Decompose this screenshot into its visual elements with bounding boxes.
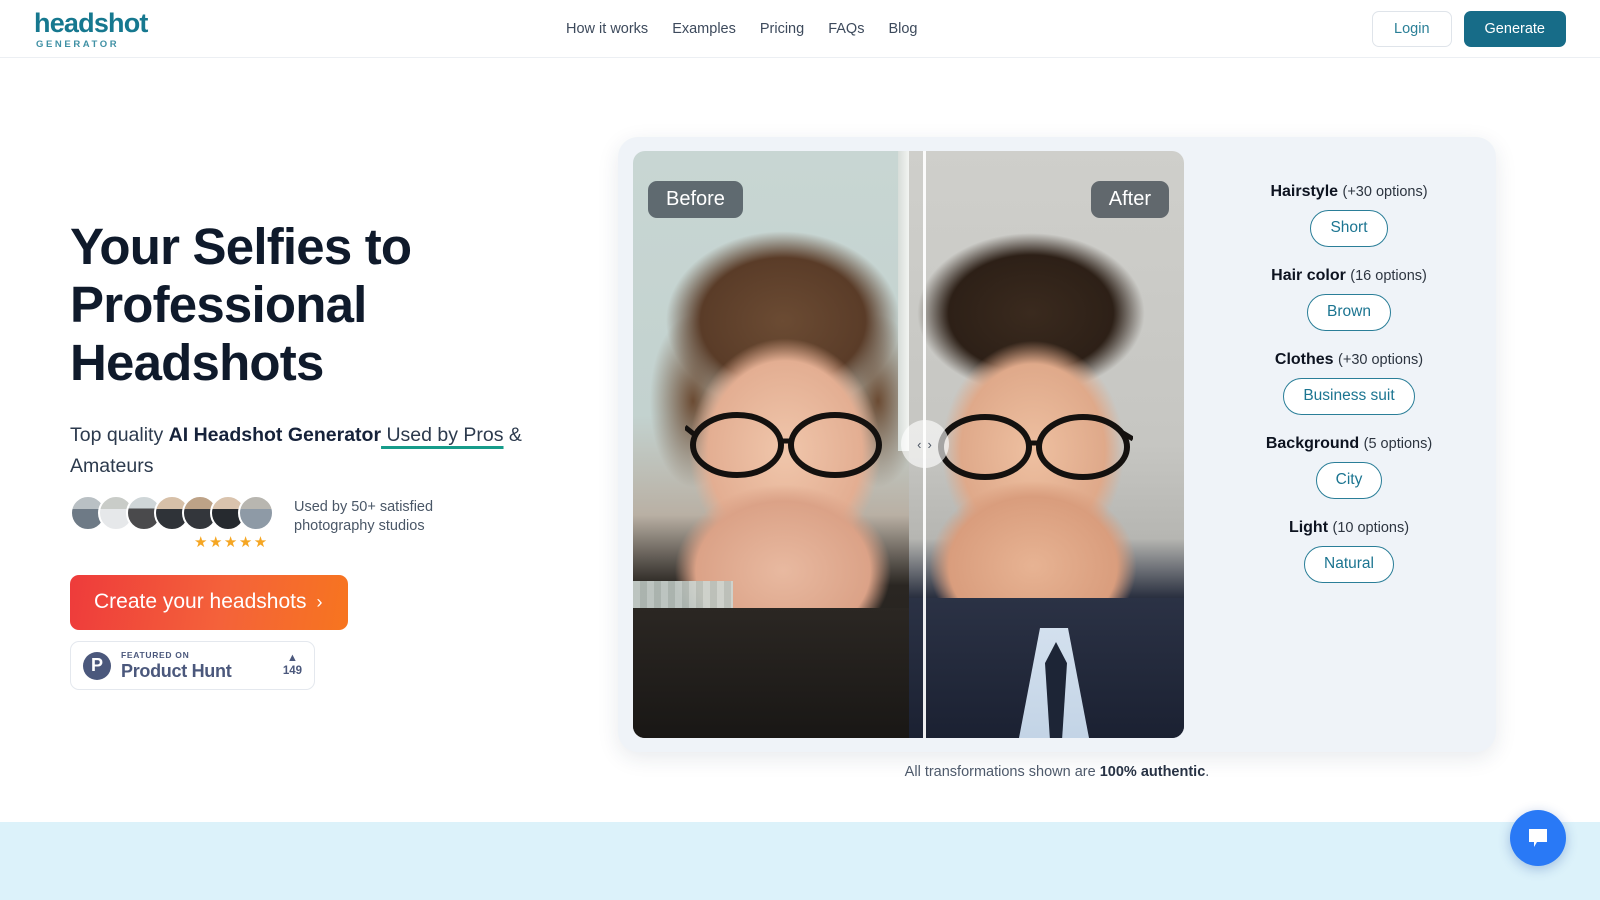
product-hunt-icon: P xyxy=(83,651,111,680)
hero-text-block: Your Selfies to Professional Headshots T… xyxy=(70,218,610,482)
upvote-count: 149 xyxy=(282,665,302,678)
hero-subtitle-link[interactable]: Used by Pros xyxy=(381,424,503,446)
option-name: Hair color xyxy=(1271,267,1346,284)
before-photo xyxy=(633,151,909,738)
option-label: Clothes (+30 options) xyxy=(1275,351,1423,369)
chat-widget-button[interactable] xyxy=(1510,810,1566,866)
option-group-hairstyle: Hairstyle (+30 options) Short xyxy=(1270,183,1428,247)
upvote-arrow-icon: ▲ xyxy=(286,652,298,665)
product-hunt-name: Product Hunt xyxy=(121,661,232,682)
page-title: Your Selfies to Professional Headshots xyxy=(70,218,412,392)
authenticity-caption: All transformations shown are 100% authe… xyxy=(618,764,1496,780)
login-button[interactable]: Login xyxy=(1372,11,1452,47)
option-label: Hairstyle (+30 options) xyxy=(1270,183,1427,201)
option-name: Background xyxy=(1265,435,1360,452)
option-label: Light (10 options) xyxy=(1289,519,1409,537)
after-photo xyxy=(909,151,1184,738)
before-image xyxy=(633,151,909,738)
chevron-right-icon: › xyxy=(927,436,932,452)
nav-item-examples[interactable]: Examples xyxy=(672,21,736,37)
cta-label: Create your headshots xyxy=(94,590,307,613)
product-hunt-upvote[interactable]: ▲ 149 xyxy=(283,653,302,678)
option-name: Clothes xyxy=(1274,351,1334,368)
site-header: headshot GENERATOR How it works Examples… xyxy=(0,0,1600,58)
option-count: (10 options) xyxy=(1332,520,1410,536)
option-count: (5 options) xyxy=(1363,436,1433,452)
casual-shirt xyxy=(633,608,909,738)
chevron-left-icon: ‹ xyxy=(917,436,922,452)
option-pill-light[interactable]: Natural xyxy=(1304,546,1394,583)
option-group-clothes: Clothes (+30 options) Business suit xyxy=(1275,351,1423,415)
landing-page: headshot GENERATOR How it works Examples… xyxy=(0,0,1600,900)
next-section-band xyxy=(0,822,1600,900)
showcase-card: ‹ › Before After Hairstyle (+30 options)… xyxy=(618,137,1496,752)
caption-emphasis: 100% authentic xyxy=(1099,764,1206,780)
glasses-icon xyxy=(938,414,1133,480)
nav-item-pricing[interactable]: Pricing xyxy=(760,21,804,37)
option-pill-hair-color[interactable]: Brown xyxy=(1307,294,1391,331)
generate-button[interactable]: Generate xyxy=(1463,11,1566,47)
options-panel: Hairstyle (+30 options) Short Hair color… xyxy=(1218,183,1480,603)
option-name: Hairstyle xyxy=(1270,183,1339,200)
option-count: (16 options) xyxy=(1350,268,1427,284)
logo-wordmark: headshot xyxy=(34,8,148,38)
social-proof-text: Used by 50+ satisfied photography studio… xyxy=(294,499,434,535)
create-headshots-button[interactable]: Create your headshots › xyxy=(70,575,349,630)
option-pill-hairstyle[interactable]: Short xyxy=(1310,210,1388,247)
hero-subtitle-lead: Top quality xyxy=(70,424,169,447)
product-hunt-text: FEATURED ON Product Hunt xyxy=(121,649,232,682)
logo[interactable]: headshot GENERATOR xyxy=(34,10,148,50)
hero-subtitle-bold: AI Headshot Generator xyxy=(168,424,382,447)
background-doorframe xyxy=(898,151,909,451)
glasses-icon xyxy=(685,412,882,478)
after-image xyxy=(909,151,1184,738)
option-label: Background (5 options) xyxy=(1266,435,1432,453)
option-count: (+30 options) xyxy=(1342,184,1428,200)
option-count: (+30 options) xyxy=(1338,352,1424,368)
option-group-light: Light (10 options) Natural xyxy=(1289,519,1409,583)
avatar xyxy=(238,495,274,531)
before-after-comparison[interactable]: ‹ › Before After xyxy=(633,151,1184,738)
chevron-right-icon: › xyxy=(316,591,323,612)
product-hunt-badge[interactable]: P FEATURED ON Product Hunt ▲ 149 xyxy=(70,641,315,690)
nav-item-how-it-works[interactable]: How it works xyxy=(566,21,648,37)
hero-subtitle: Top quality AI Headshot Generator Used b… xyxy=(70,420,570,482)
option-group-hair-color: Hair color (16 options) Brown xyxy=(1271,267,1427,331)
option-name: Light xyxy=(1288,519,1329,536)
before-label: Before xyxy=(648,181,743,218)
option-group-background: Background (5 options) City xyxy=(1266,435,1432,499)
option-pill-clothes[interactable]: Business suit xyxy=(1283,378,1415,415)
option-label: Hair color (16 options) xyxy=(1271,267,1427,285)
avatar-group: ★★★★★ xyxy=(70,495,280,551)
chat-bubble-icon xyxy=(1529,829,1547,847)
featured-on-label: FEATURED ON xyxy=(121,649,190,660)
comparison-slider-handle[interactable]: ‹ › xyxy=(900,420,949,468)
after-label: After xyxy=(1090,181,1169,218)
header-actions: Login Generate xyxy=(1372,0,1566,58)
caption-tail: . xyxy=(1205,764,1210,780)
caption-lead: All transformations shown are xyxy=(904,764,1100,780)
option-pill-background[interactable]: City xyxy=(1315,462,1383,499)
social-proof: ★★★★★ Used by 50+ satisfied photography … xyxy=(70,495,454,551)
logo-subtitle: GENERATOR xyxy=(36,39,120,50)
nav-item-faqs[interactable]: FAQs xyxy=(828,21,864,37)
rating-stars: ★★★★★ xyxy=(194,534,269,551)
nav-item-blog[interactable]: Blog xyxy=(888,21,917,37)
main-nav: How it works Examples Pricing FAQs Blog xyxy=(566,0,917,58)
